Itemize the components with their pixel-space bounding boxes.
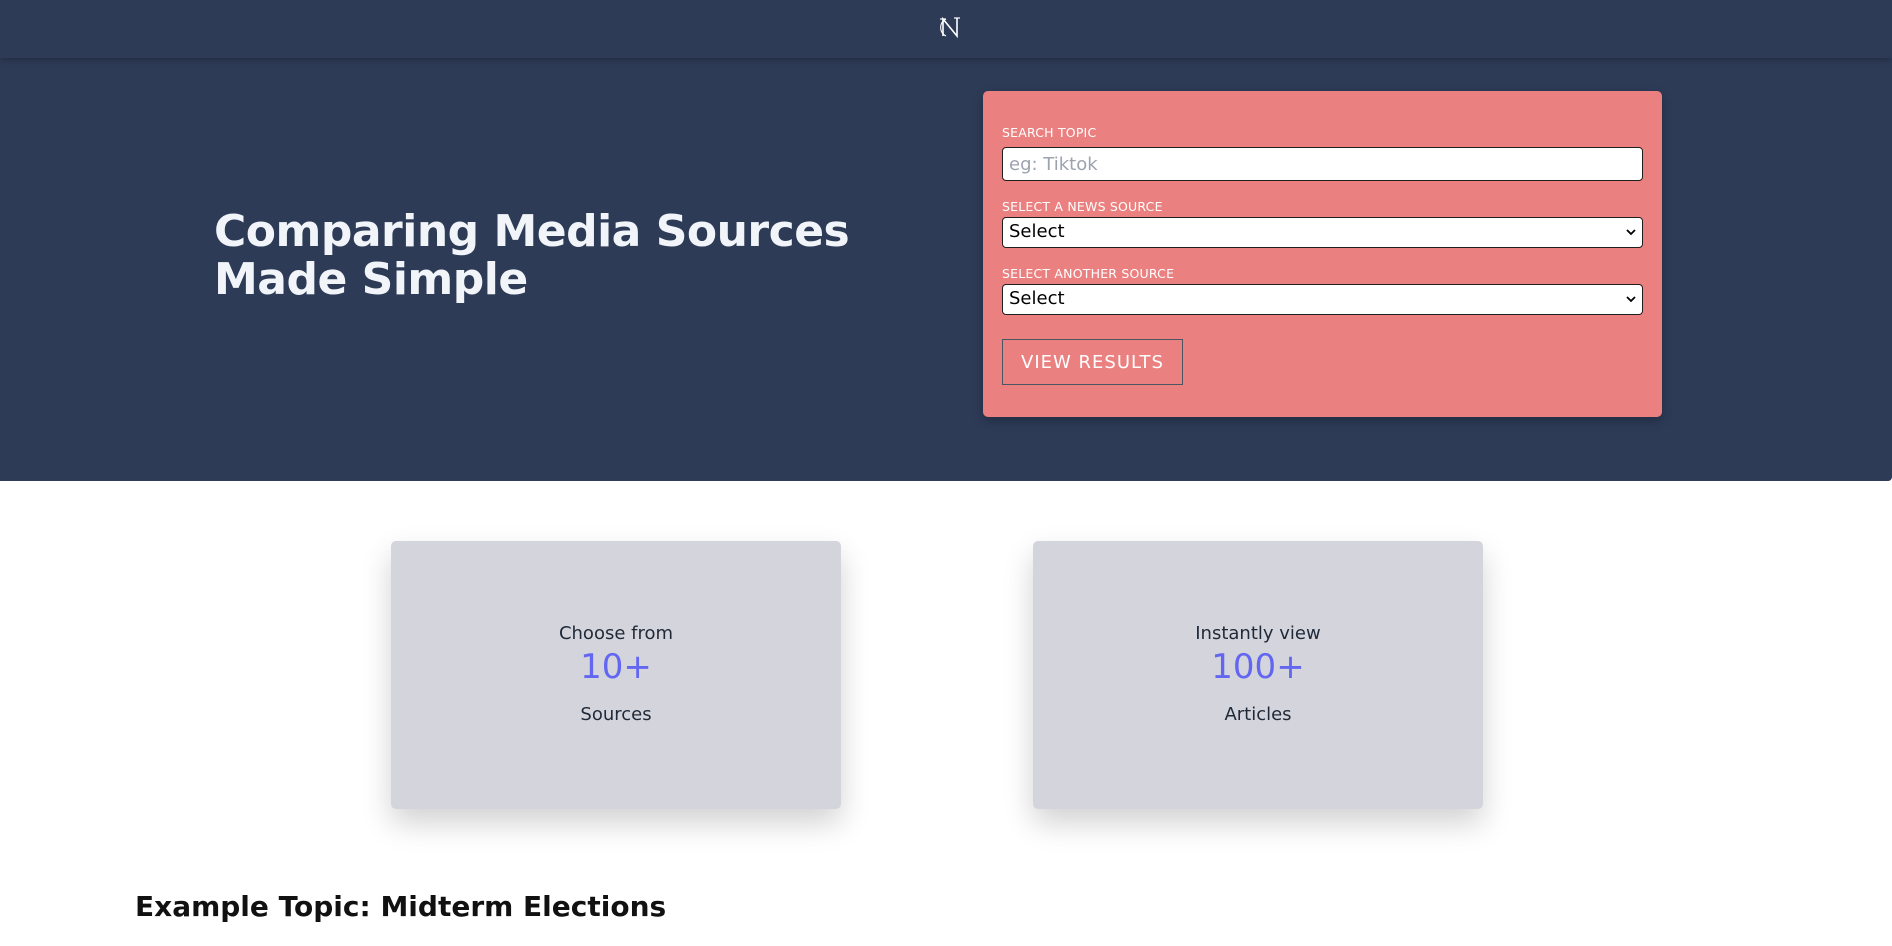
top-navbar bbox=[0, 0, 1892, 58]
stat-caption: Instantly view bbox=[1195, 623, 1321, 644]
stat-card-articles: Instantly view 100+ Articles bbox=[1033, 541, 1483, 809]
stat-number: 100+ bbox=[1211, 647, 1305, 687]
news-source-label: SELECT A NEWS SOURCE bbox=[1002, 199, 1163, 214]
stat-unit: Sources bbox=[580, 704, 652, 725]
logo-n-icon bbox=[940, 16, 960, 39]
stat-caption: Choose from bbox=[558, 623, 674, 644]
search-topic-input[interactable] bbox=[1002, 147, 1643, 181]
chevron-down-icon bbox=[1626, 229, 1636, 236]
stat-unit: Articles bbox=[1224, 704, 1292, 725]
compare-search-form: SEARCH TOPIC SELECT A NEWS SOURCE Select… bbox=[983, 91, 1662, 417]
another-source-selected-value: Select bbox=[1009, 288, 1065, 309]
news-source-selected-value: Select bbox=[1009, 221, 1065, 242]
example-topic-heading: Example Topic: Midterm Elections bbox=[135, 890, 667, 923]
another-source-label: SELECT ANOTHER SOURCE bbox=[1002, 266, 1175, 281]
brand-logo-icon[interactable] bbox=[936, 12, 964, 42]
search-topic-label: SEARCH TOPIC bbox=[1002, 125, 1097, 140]
hero-title: Comparing Media Sources Made Simple bbox=[214, 206, 850, 305]
stat-card-sources: Choose from 10+ Sources bbox=[391, 541, 841, 809]
news-source-select[interactable]: Select bbox=[1002, 217, 1643, 248]
another-source-select[interactable]: Select bbox=[1002, 284, 1643, 315]
stat-number: 10+ bbox=[580, 647, 652, 687]
chevron-down-icon bbox=[1626, 296, 1636, 303]
view-results-button[interactable]: VIEW RESULTS bbox=[1002, 339, 1183, 385]
